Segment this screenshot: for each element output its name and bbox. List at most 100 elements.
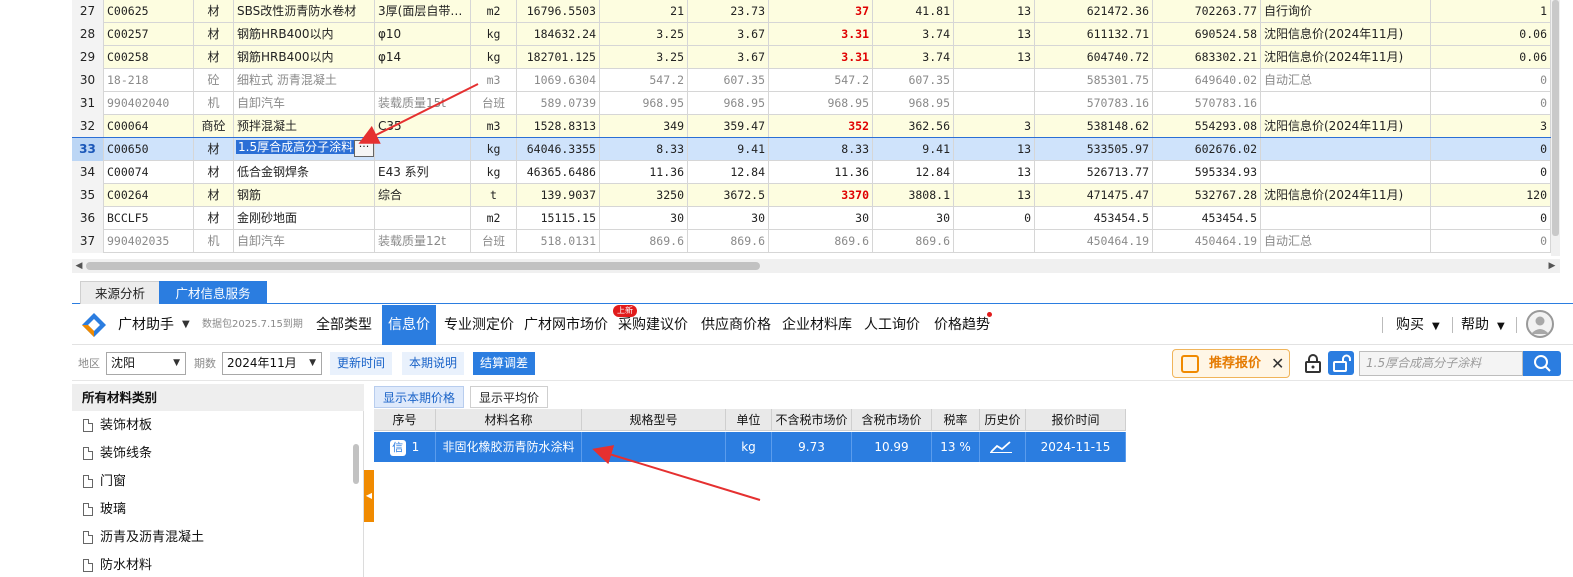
grid-cell-spec[interactable]: 综合 (375, 184, 471, 207)
grid-cell-src[interactable]: 沈阳信息价(2024年11月) (1261, 115, 1431, 138)
brand-dropdown-icon[interactable]: ▼ (182, 305, 190, 345)
row-material-name[interactable]: 非固化橡胶沥青防水涂料 (436, 432, 582, 462)
nav-labor-inquiry[interactable]: 人工询价 (864, 305, 920, 345)
grid-cell-extra[interactable]: 0.06 (1431, 23, 1551, 46)
category-header[interactable]: 所有材料类别 (72, 384, 364, 411)
grid-cell-code[interactable]: C00257 (104, 23, 194, 46)
grid-row[interactable]: 36 BCCLF5 材金刚砂地面 m2 15115.15 30 30 30 30 0 453454.… (72, 207, 1560, 230)
grid-cell-p4[interactable]: 41.81 (873, 0, 954, 23)
grid-row[interactable]: 31 990402040 机自卸汽车 装载质量15t 台班 589.0739 968.95 9… (72, 92, 1560, 115)
grid-cell-amt2[interactable]: 595334.93 (1153, 161, 1261, 184)
row-number[interactable]: 35 (72, 184, 104, 207)
grid-cell-tax[interactable]: 13 (954, 161, 1035, 184)
grid-cell-p4[interactable]: 3.74 (873, 23, 954, 46)
grid-cell-amt2[interactable]: 602676.02 (1153, 138, 1261, 161)
col-header-price-ex-tax[interactable]: 不含税市场价 (772, 409, 852, 431)
grid-cell-extra[interactable]: 0 (1431, 230, 1551, 253)
grid-cell-unit[interactable]: t (471, 184, 517, 207)
grid-cell-p4[interactable]: 30 (873, 207, 954, 230)
brand-name[interactable]: 广材助手 (118, 305, 174, 345)
grid-cell-code[interactable]: C00258 (104, 46, 194, 69)
grid-cell-p3[interactable]: 968.95 (769, 92, 873, 115)
grid-cell-type[interactable]: 商砼 (194, 115, 234, 138)
grid-cell-p1[interactable]: 547.2 (600, 69, 688, 92)
grid-cell-spec[interactable]: C35 (375, 115, 471, 138)
grid-cell-extra[interactable]: 1 (1431, 0, 1551, 23)
grid-row[interactable]: 27 C00625 材 SBS改性沥青防水卷材 3厚(面层自带… m2 16796.5503… (72, 0, 1560, 23)
nav-gcw-market-price[interactable]: 广材网市场价 (524, 305, 608, 345)
category-item[interactable]: 防水材料 (72, 552, 352, 577)
grid-cell-p2[interactable]: 968.95 (688, 92, 769, 115)
grid-cell-qty[interactable]: 518.0131 (517, 230, 600, 253)
grid-cell-p3[interactable]: 3.31 (769, 23, 873, 46)
grid-vertical-scroll-thumb[interactable] (1552, 0, 1559, 236)
grid-cell-p1[interactable]: 3.25 (600, 23, 688, 46)
grid-cell-src[interactable] (1261, 138, 1431, 161)
row-number[interactable]: 28 (72, 23, 104, 46)
grid-cell-amt1[interactable]: 570783.16 (1035, 92, 1153, 115)
grid-cell-amt2[interactable]: 683302.21 (1153, 46, 1261, 69)
grid-cell-extra[interactable]: 3 (1431, 115, 1551, 138)
grid-cell-type[interactable]: 材 (194, 207, 234, 230)
grid-cell-name[interactable]: 自卸汽车 (234, 92, 375, 115)
grid-cell-amt2[interactable]: 450464.19 (1153, 230, 1261, 253)
grid-cell-amt1[interactable]: 471475.47 (1035, 184, 1153, 207)
grid-cell-p3[interactable]: 30 (769, 207, 873, 230)
grid-cell-type[interactable]: 材 (194, 184, 234, 207)
grid-cell-extra[interactable]: 0 (1431, 69, 1551, 92)
row-number[interactable]: 33 (72, 138, 104, 161)
grid-cell-src[interactable]: 自行询价 (1261, 0, 1431, 23)
grid-cell-unit[interactable]: m2 (471, 0, 517, 23)
row-tax-rate[interactable]: 13 % (932, 432, 980, 462)
grid-cell-p1[interactable]: 30 (600, 207, 688, 230)
grid-cell-name[interactable]: 钢筋HRB400以内 (234, 46, 375, 69)
grid-cell-type[interactable]: 机 (194, 230, 234, 253)
grid-cell-p2[interactable]: 9.41 (688, 138, 769, 161)
grid-cell-amt1[interactable]: 621472.36 (1035, 0, 1153, 23)
grid-cell-unit[interactable]: 台班 (471, 230, 517, 253)
grid-horizontal-scrollbar[interactable]: ◀ ▶ (72, 259, 1560, 273)
recommend-price-button[interactable]: 推荐报价 ✕ (1172, 349, 1290, 378)
grid-cell-qty[interactable]: 1528.8313 (517, 115, 600, 138)
grid-cell-unit[interactable]: m2 (471, 207, 517, 230)
col-header-no[interactable]: 序号 (374, 409, 436, 431)
grid-cell-code[interactable]: C00074 (104, 161, 194, 184)
row-number[interactable]: 31 (72, 92, 104, 115)
grid-cell-p1[interactable]: 869.6 (600, 230, 688, 253)
category-scrollbar[interactable] (353, 444, 359, 484)
grid-cell-p4[interactable]: 12.84 (873, 161, 954, 184)
grid-cell-tax[interactable]: 13 (954, 0, 1035, 23)
grid-cell-amt1[interactable]: 450464.19 (1035, 230, 1153, 253)
row-price-in-tax[interactable]: 10.99 (852, 432, 932, 462)
row-number[interactable]: 34 (72, 161, 104, 184)
grid-cell-extra[interactable]: 0 (1431, 138, 1551, 161)
grid-cell-qty[interactable]: 182701.125 (517, 46, 600, 69)
buy-menu[interactable]: 购买 ▼ (1396, 305, 1440, 347)
grid-cell-amt1[interactable]: 604740.72 (1035, 46, 1153, 69)
grid-cell-type[interactable]: 机 (194, 92, 234, 115)
grid-row[interactable]: 35 C00264 材钢筋 综合 t 139.9037 3250 3672.5 3370 3808… (72, 184, 1560, 207)
grid-cell-extra[interactable]: 0 (1431, 207, 1551, 230)
grid-cell-p2[interactable]: 3.67 (688, 23, 769, 46)
category-item[interactable]: 装饰材板 (72, 412, 352, 440)
grid-cell-amt2[interactable]: 649640.02 (1153, 69, 1261, 92)
category-item[interactable]: 沥青及沥青混凝土 (72, 524, 352, 552)
close-icon[interactable]: ✕ (1271, 350, 1284, 377)
settlement-button[interactable]: 结算调差 (473, 352, 536, 375)
grid-cell-spec[interactable]: 装载质量12t (375, 230, 471, 253)
tab-source-analysis[interactable]: 来源分析 (80, 281, 160, 304)
grid-cell-unit[interactable]: kg (471, 161, 517, 184)
row-number[interactable]: 29 (72, 46, 104, 69)
grid-cell-unit[interactable]: m3 (471, 115, 517, 138)
grid-cell-tax[interactable]: 13 (954, 46, 1035, 69)
material-search-input[interactable]: 1.5厚合成高分子涂料 (1359, 351, 1523, 376)
tab-average-price[interactable]: 显示平均价 (470, 386, 549, 408)
more-options-button[interactable]: ··· (354, 140, 374, 157)
grid-cell-tax[interactable]: 0 (954, 207, 1035, 230)
grid-row[interactable]: 29 C00258 材钢筋HRB400以内 φ14 kg 182701.125 3.25 3.… (72, 46, 1560, 69)
grid-cell-amt1[interactable]: 526713.77 (1035, 161, 1153, 184)
scroll-left-arrow-icon[interactable]: ◀ (73, 260, 85, 272)
grid-cell-amt2[interactable]: 690524.58 (1153, 23, 1261, 46)
col-header-history[interactable]: 历史价 (980, 409, 1026, 431)
grid-cell-p4[interactable]: 607.35 (873, 69, 954, 92)
